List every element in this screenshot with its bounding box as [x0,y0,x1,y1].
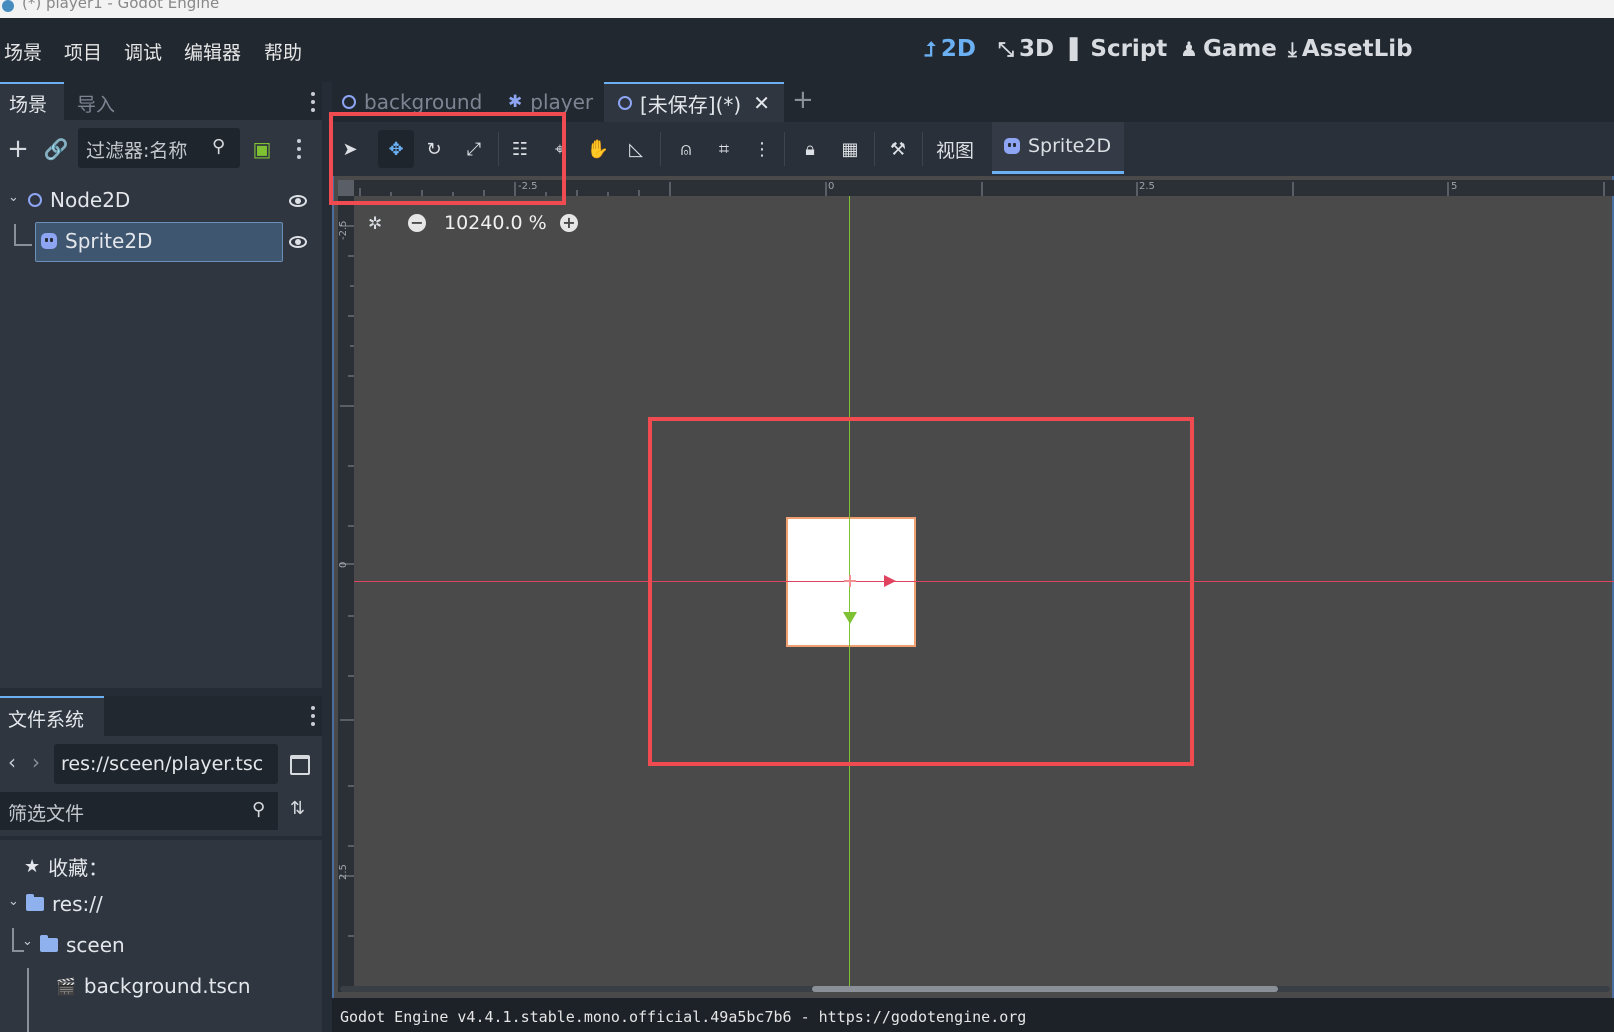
add-node-icon[interactable]: + [6,134,30,164]
grid-snap-icon[interactable]: ⌗ [706,130,742,168]
tree-item-node2d[interactable]: Node2D [28,188,130,212]
file-background-tscn[interactable]: 🎬 background.tscn [56,974,251,998]
sprite2d-icon [1004,138,1020,154]
workspace-2d-button[interactable]: ⮥ 2D [924,36,976,62]
toolbar-separator [784,132,785,166]
filesystem-menu-icon[interactable] [311,706,315,728]
zoom-in-icon[interactable]: + [560,214,578,232]
view-menu[interactable]: 视图 [936,136,974,163]
menu-project[interactable]: 项目 [64,38,102,65]
menu-help[interactable]: 帮助 [264,38,302,65]
sprite2d-menu[interactable]: Sprite2D [992,122,1124,174]
visibility-eye-icon[interactable] [289,236,307,248]
search-icon: ⚲ [212,136,226,157]
lock-icon[interactable]: 🔒︎ [792,130,828,168]
close-icon[interactable]: ✕ [753,91,770,115]
horizontal-scrollbar-thumb[interactable] [812,986,1278,992]
favorites-item[interactable]: ★ 收藏： [24,852,108,881]
menu-bar: 场景 项目 调试 编辑器 帮助 ⮥ 2D ⤡ 3D ▌ Script ♟ Game ⤓ A… [0,18,1614,82]
character-icon: ✱ [508,92,523,112]
tab-filesystem[interactable]: 文件系统 [0,696,104,736]
node2d-icon [28,193,42,207]
pan-tool-icon[interactable]: ✋ [580,130,616,168]
toolbar-separator [922,132,923,166]
search-icon: ⚲ [252,799,266,820]
collapse-arrow-icon[interactable]: ⌄ [8,190,19,205]
folder-res-root[interactable]: res:// [26,892,103,916]
zoom-level[interactable]: 10240.0 % [444,212,547,234]
script-icon: ▌ [1070,37,1086,61]
toolbar-separator [874,132,875,166]
scene-tree-menu-icon[interactable] [297,139,301,161]
workspace-3d-button[interactable]: ⤡ 3D [998,36,1054,62]
status-text: Godot Engine v4.4.1.stable.mono.official… [340,1008,1027,1026]
workspace-script-button[interactable]: ▌ Script [1070,36,1167,62]
tree-connector [27,968,29,1032]
tree-item-sprite2d[interactable]: Sprite2D [35,222,283,262]
left-dock: 场景 导入 + 🔗 过滤器:名称 ⚲ ▣ ⌄ Node2D Sprite2D 文… [0,82,332,1032]
ruler-label: -2.5 [338,220,349,240]
assetlib-icon: ⤓ [1288,37,1297,61]
2d-icon: ⮥ [924,37,936,61]
smart-snap-icon[interactable]: ⍝ [668,130,704,168]
ruler-tool-icon[interactable]: ◺ [618,130,654,168]
collapse-arrow-icon[interactable]: ⌄ [8,894,19,909]
tree-connector [14,224,32,246]
menu-scene[interactable]: 场景 [4,38,42,65]
menu-editor[interactable]: 编辑器 [184,38,241,65]
3d-icon: ⤡ [998,37,1014,61]
zoom-out-icon[interactable]: − [408,214,426,232]
ruler-label: 0 [338,561,349,568]
window-title-bar: (*) player1 - Godot Engine [0,0,1614,18]
godot-logo-icon [2,0,14,12]
sort-icon[interactable]: ⇅ [290,798,305,819]
group-icon[interactable]: ▦ [832,130,868,168]
workspace-game-button[interactable]: ♟ Game [1180,36,1277,62]
status-bar: Godot Engine v4.4.1.stable.mono.official… [332,998,1614,1032]
menu-debug[interactable]: 调试 [124,38,162,65]
center-view-icon[interactable]: ✲ [368,214,382,234]
folder-sceen[interactable]: sceen [40,933,125,957]
annotation-highlight-sprite [648,417,1194,766]
tab-import[interactable]: 导入 [77,90,115,117]
node2d-icon [618,96,632,110]
workspace-assetlib-button[interactable]: ⤓ AssetLib [1288,36,1413,62]
node2d-icon [342,95,356,109]
scene-filter-input[interactable]: 过滤器:名称 ⚲ [78,128,240,168]
horizontal-scrollbar-track[interactable] [340,986,1610,992]
path-field[interactable]: res://sceen/player.tsc [54,744,278,784]
toolbar-separator [660,132,661,166]
game-icon: ♟ [1180,37,1198,61]
snap-options-icon[interactable]: ⋮ [744,130,780,168]
sprite2d-icon [41,233,57,249]
back-arrow-icon[interactable]: ‹ [8,750,16,774]
window-title: (*) player1 - Godot Engine [22,0,220,12]
ruler-label: 2.5 [338,864,349,880]
attach-script-icon[interactable]: ▣ [250,136,274,162]
folder-icon [26,894,44,911]
tab-unsaved-scene[interactable]: [未保存](*) ✕ [604,82,784,122]
ruler-label: 0 [828,181,835,192]
ruler-label: 5 [1451,181,1458,192]
ruler-label: 2.5 [1139,181,1155,192]
tab-scene[interactable]: 场景 [0,82,64,120]
collapse-arrow-icon[interactable]: ⌄ [22,934,33,949]
scene-file-icon: 🎬 [56,976,76,996]
star-icon: ★ [24,856,41,877]
folder-icon [40,935,58,952]
scene-dock-menu-icon[interactable] [311,92,315,114]
instance-scene-icon[interactable]: 🔗 [44,136,69,162]
vertical-ruler: -2.5 0 2.5 [338,196,354,992]
add-tab-icon[interactable]: + [792,85,814,115]
visibility-eye-icon[interactable] [289,195,307,207]
split-view-icon[interactable] [290,755,310,775]
forward-arrow-icon[interactable]: › [32,750,40,774]
annotation-highlight-toolbar [329,112,566,205]
file-filter-input[interactable]: 筛选文件 ⚲ [0,792,278,830]
bone-icon[interactable]: ⚒ [880,130,916,168]
